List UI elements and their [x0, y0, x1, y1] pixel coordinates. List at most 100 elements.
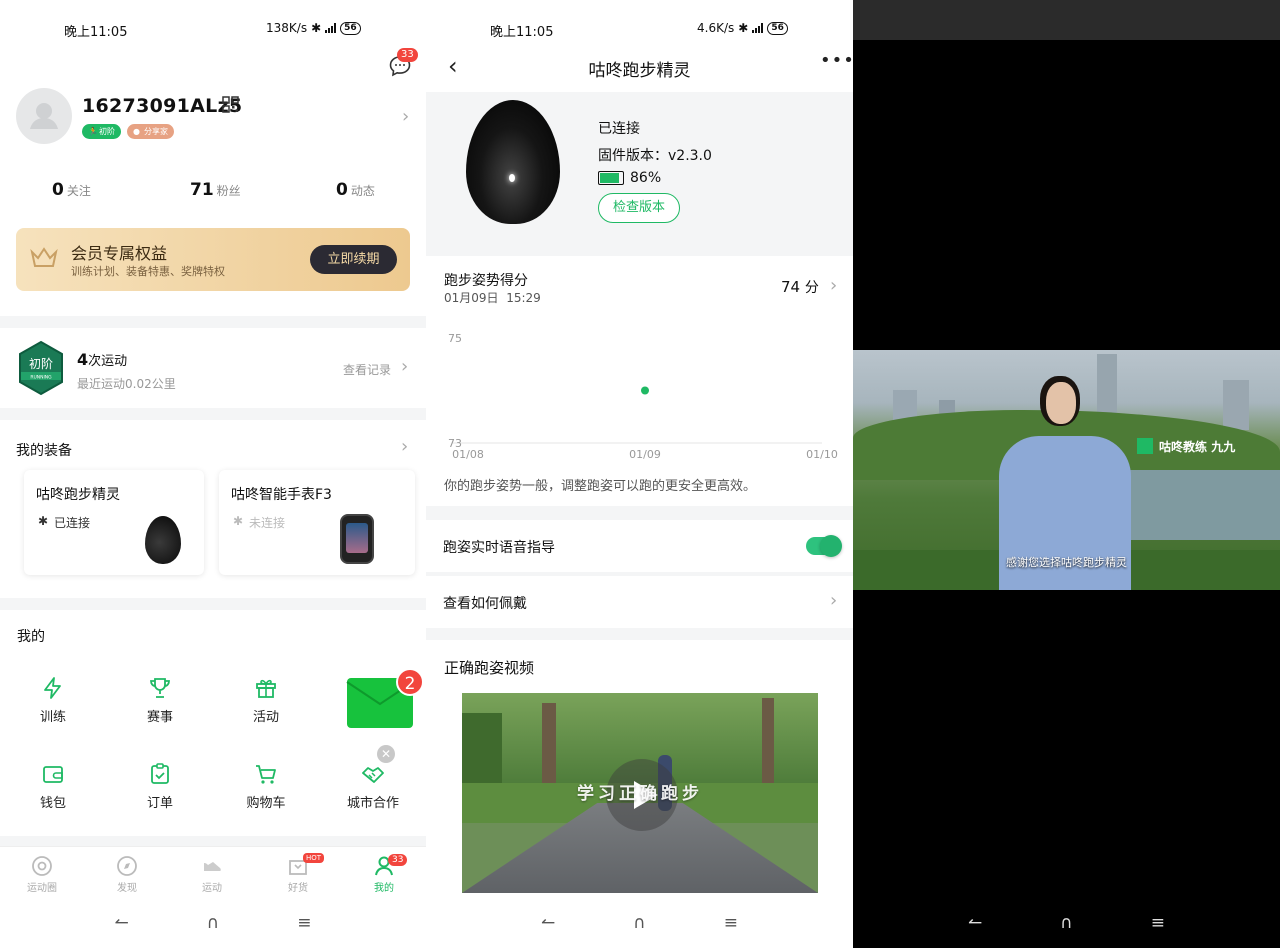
home-nav-icon[interactable]: ∩	[207, 913, 219, 933]
qr-code-icon[interactable]	[222, 96, 239, 113]
grid-events[interactable]: 赛事	[115, 676, 205, 725]
menu-nav-icon[interactable]: ≡	[1151, 913, 1165, 933]
status-time: 晚上11:05	[490, 25, 554, 40]
page-title: 咕咚跑步精灵	[588, 61, 691, 81]
status-bar: 晚上11:05 138K/s ✱ 56	[0, 0, 426, 58]
score-point[interactable]	[641, 386, 649, 395]
system-nav-bar: ↼ ∩ ≡	[0, 898, 426, 948]
signal-icon	[752, 23, 764, 33]
close-icon[interactable]: ✕	[377, 745, 395, 763]
how-to-wear-label: 查看如何佩戴	[443, 596, 527, 612]
home-nav-icon[interactable]: ∩	[1060, 913, 1072, 933]
user-placeholder-icon	[30, 103, 58, 129]
device-card-runner[interactable]: 咕咚跑步精灵 ✱ 已连接	[24, 470, 204, 575]
tab-goods[interactable]: 好货 HOT	[256, 853, 340, 894]
vip-title: 会员专属权益	[71, 244, 168, 263]
shopping-cart-icon	[256, 765, 276, 784]
system-nav-bar: ↼ ∩ ≡	[426, 898, 853, 948]
status-time: 晚上11:05	[64, 25, 128, 40]
records-chevron-icon: ›	[401, 356, 409, 377]
tab-discover[interactable]: 发现	[85, 855, 169, 894]
y-tick-label: 75	[448, 332, 462, 345]
medal-subtext: RUNNING	[30, 375, 52, 381]
crown-icon	[30, 247, 58, 267]
score-value: 74 分	[781, 278, 819, 296]
trophy-icon	[150, 678, 170, 698]
runner-icon: 🏃	[88, 127, 98, 136]
stat-posts[interactable]: 0 动态	[336, 180, 375, 200]
menu-nav-icon[interactable]: ≡	[297, 913, 311, 933]
view-records-link[interactable]: 查看记录	[343, 361, 391, 378]
x-tick-label: 01/10	[806, 448, 838, 461]
equipment-title: 我的装备	[16, 443, 72, 459]
score-datetime: 01月09日 15:29	[444, 291, 541, 305]
video-frame[interactable]: 咕咚教练 九九 感谢您选择咕咚跑步精灵	[853, 350, 1280, 590]
device-status: 已连接	[54, 516, 91, 530]
vip-subtitle: 训练计划、装备特惠、奖牌特权	[71, 265, 225, 278]
score-chevron-icon: ›	[830, 275, 838, 296]
battery-icon: 56	[767, 21, 788, 35]
red-envelope-promo[interactable]: 2	[346, 668, 424, 728]
voice-guide-row[interactable]: 跑姿实时语音指导	[426, 520, 853, 572]
video-overlay-text: 学习正确跑步	[577, 784, 703, 804]
messages-button[interactable]: 33	[388, 48, 418, 78]
coach-logo-icon	[1137, 438, 1153, 454]
profile-chevron-icon[interactable]: ›	[402, 106, 409, 127]
stat-followers[interactable]: 71 粉丝	[190, 180, 241, 200]
compass-icon	[117, 856, 137, 876]
promo-badge: 2	[396, 668, 424, 696]
grid-training[interactable]: 训练	[8, 676, 98, 725]
posture-video-thumbnail[interactable]: 学习正确跑步	[462, 693, 818, 893]
grid-city-partner[interactable]: 城市合作	[328, 762, 418, 811]
video-subtitle: 感谢您选择咕咚跑步精灵	[1006, 556, 1127, 569]
grid-orders[interactable]: 订单	[115, 762, 205, 811]
vip-banner[interactable]: 会员专属权益 训练计划、装备特惠、奖牌特权 立即续期	[16, 228, 410, 291]
status-bar: 晚上11:05 4.6K/s ✱ 56	[426, 0, 853, 58]
grid-cart[interactable]: 购物车	[221, 762, 311, 811]
avatar[interactable]	[16, 88, 72, 144]
activity-card[interactable]: 初阶 RUNNING 4次运动 最近运动0.02公里 查看记录 ›	[0, 328, 426, 408]
bluetooth-icon: ✱	[311, 21, 322, 35]
messages-badge: 33	[397, 48, 418, 62]
recent-distance: 最近运动0.02公里	[77, 377, 176, 391]
renew-button[interactable]: 立即续期	[310, 245, 397, 274]
status-icons: 138K/s ✱ 56	[266, 21, 361, 35]
voice-guide-toggle[interactable]	[806, 535, 842, 557]
battery-icon: 56	[340, 21, 361, 35]
how-to-wear-row[interactable]: 查看如何佩戴 ›	[426, 576, 853, 628]
posture-score-card[interactable]: 跑步姿势得分 01月09日 15:29 74 分 › 75 73 01/08 01/0…	[426, 256, 853, 506]
profile-screen: 晚上11:05 138K/s ✱ 56 33 16273091ALz5 🏃 初阶 …	[0, 0, 426, 948]
equipment-chevron-icon[interactable]: ›	[401, 436, 408, 457]
level-tag: 🏃 初阶	[82, 124, 121, 139]
device-status: 未连接	[249, 516, 286, 530]
shoe-icon	[204, 862, 221, 871]
bluetooth-icon: ✱	[38, 514, 49, 528]
device-card-watch[interactable]: 咕咚智能手表F3 ✱ 未连接	[219, 470, 415, 575]
back-nav-icon[interactable]: ↼	[968, 913, 982, 933]
check-version-button[interactable]: 检查版本	[598, 193, 680, 223]
score-comment: 你的跑步姿势一般，调整跑姿可以跑的更安全更高效。	[444, 479, 757, 494]
menu-nav-icon[interactable]: ≡	[724, 913, 738, 933]
back-nav-icon[interactable]: ↼	[115, 913, 129, 933]
grid-wallet[interactable]: 钱包	[8, 762, 98, 811]
lightning-icon	[44, 677, 61, 699]
gift-icon	[256, 679, 276, 698]
tab-sport[interactable]: 运动	[170, 855, 254, 894]
medal-text: 初阶	[29, 357, 53, 371]
connection-state: 已连接	[598, 121, 640, 137]
clipboard-check-icon	[151, 763, 169, 784]
back-nav-icon[interactable]: ↼	[541, 913, 555, 933]
x-tick-label: 01/09	[629, 448, 661, 461]
home-nav-icon[interactable]: ∩	[633, 913, 645, 933]
firmware-version: 固件版本：v2.3.0	[598, 148, 712, 164]
coach-label: 咕咚教练 九九	[1159, 440, 1236, 454]
more-icon[interactable]: •••	[820, 50, 853, 71]
tab-feed[interactable]: 运动圈	[0, 855, 84, 894]
stat-following[interactable]: 0 关注	[52, 180, 91, 200]
bottom-tab-bar: 运动圈 发现 运动 好货 HOT 我的 33	[0, 846, 426, 898]
battery-level-icon	[598, 171, 624, 185]
grid-activities[interactable]: 活动	[221, 676, 311, 725]
system-nav-bar: ↼ ∩ ≡	[853, 898, 1280, 948]
device-info: 已连接 固件版本：v2.3.0 86% 检查版本	[426, 92, 853, 247]
tab-mine[interactable]: 我的 33	[342, 854, 426, 894]
